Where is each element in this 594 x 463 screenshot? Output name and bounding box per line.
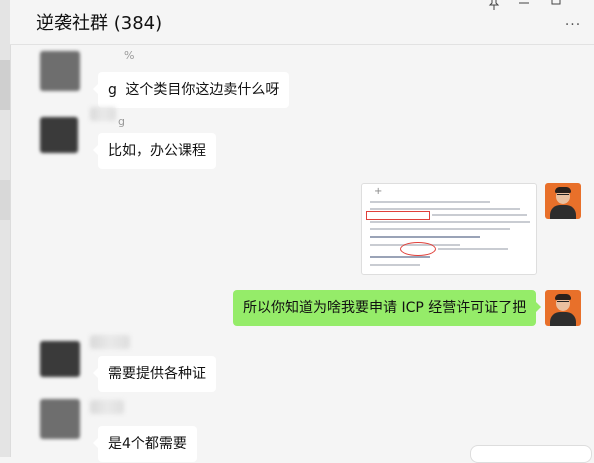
avatar[interactable] <box>40 399 80 439</box>
message-text: 所以你知道为啥我要申请 ICP 经营许可证了把 <box>243 300 527 316</box>
my-message-bubble[interactable]: 所以你知道为啥我要申请 ICP 经营许可证了把 <box>233 290 542 326</box>
side-strip-block <box>0 60 10 110</box>
avatar[interactable] <box>40 51 80 91</box>
message-text: 需要提供各种证 <box>108 366 206 382</box>
highlight-oval <box>400 242 436 256</box>
message-text: 是4个都需要 <box>108 436 187 452</box>
my-avatar[interactable] <box>545 183 581 219</box>
blurred-name <box>90 400 124 414</box>
highlight-box <box>366 211 430 220</box>
more-icon[interactable]: ··· <box>562 18 584 32</box>
minimize-icon[interactable] <box>514 0 534 15</box>
pin-icon[interactable] <box>484 0 504 15</box>
my-avatar[interactable] <box>545 290 581 326</box>
message-text: 比如，办公课程 <box>108 143 206 159</box>
title-bar: 逆袭社群 (384) ··· <box>10 0 594 45</box>
message-text: 这个类目你这边卖什么呀 <box>125 82 280 98</box>
avatar[interactable] <box>40 117 78 153</box>
image-message[interactable]: + <box>361 183 537 275</box>
image-plus-icon: + <box>374 186 383 197</box>
floating-panel-edge <box>470 445 592 463</box>
message-bubble[interactable]: 比如，办公课程 <box>93 133 216 169</box>
sender-name-fragment: g <box>118 115 125 128</box>
message-bubble[interactable]: 需要提供各种证 <box>93 356 216 392</box>
message-bubble[interactable]: g 这个类目你这边卖什么呀 <box>92 72 290 108</box>
blurred-name <box>90 107 116 121</box>
maximize-icon[interactable] <box>546 0 566 15</box>
chat-title: 逆袭社群 (384) <box>36 13 163 34</box>
sender-name-fragment: % <box>124 49 135 62</box>
sender-name-suffix: g <box>108 82 117 98</box>
avatar[interactable] <box>40 341 80 377</box>
side-strip-block <box>0 180 10 220</box>
blurred-name <box>90 335 130 349</box>
chat-area[interactable]: % g 这个类目你这边卖什么呀 g 比如，办公课程 + 所以你知道为啥我要申请 … <box>10 45 594 463</box>
